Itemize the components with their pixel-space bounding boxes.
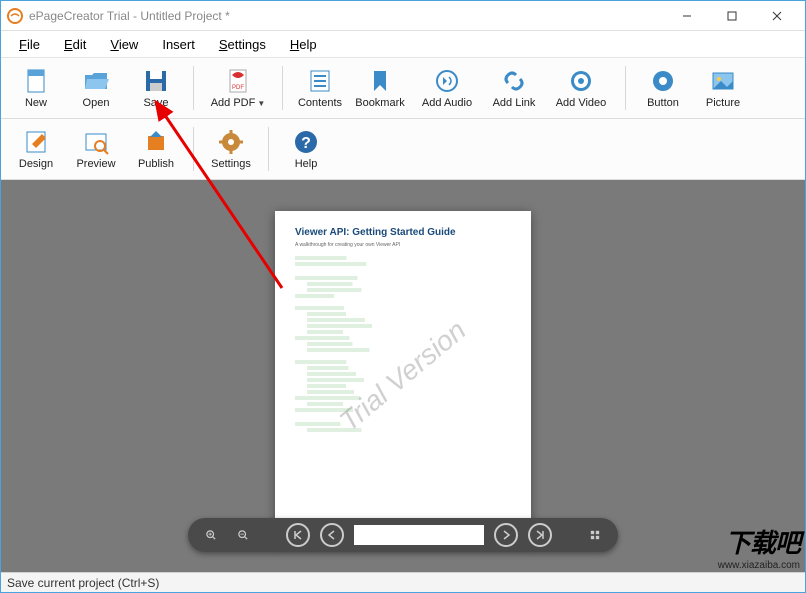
new-file-icon (21, 67, 51, 95)
pdf-icon: PDF (223, 67, 253, 95)
branding-watermark: 下载吧 www.xiazaiba.com (718, 523, 800, 571)
toolbar-separator (193, 66, 194, 110)
open-button[interactable]: Open (67, 62, 125, 114)
first-page-button[interactable] (286, 523, 310, 547)
link-icon (499, 67, 529, 95)
new-button[interactable]: New (7, 62, 65, 114)
toolbar-separator (625, 66, 626, 110)
addpdf-label: Add PDF (211, 97, 256, 109)
minimize-button[interactable] (664, 2, 709, 30)
svg-text:PDF: PDF (232, 85, 244, 91)
help-icon: ? (291, 128, 321, 156)
prev-page-button[interactable] (320, 523, 344, 547)
doc-title: Viewer API: Getting Started Guide (295, 227, 511, 238)
svg-text:?: ? (301, 135, 311, 152)
settings-button[interactable]: Settings (202, 123, 260, 175)
contents-icon (305, 67, 335, 95)
toolbar-row-2: Design Preview Publish Settings ? Help (1, 119, 805, 180)
branding-url: www.xiazaiba.com (718, 560, 800, 571)
contents-label: Contents (298, 97, 342, 109)
add-pdf-button[interactable]: PDF Add PDF▼ (202, 62, 274, 114)
close-button[interactable] (754, 2, 799, 30)
design-button[interactable]: Design (7, 123, 65, 175)
menu-insert[interactable]: Insert (152, 35, 205, 54)
bookmark-button[interactable]: Bookmark (351, 62, 409, 114)
open-folder-icon (81, 67, 111, 95)
next-page-button[interactable] (494, 523, 518, 547)
publish-button[interactable]: Publish (127, 123, 185, 175)
chevron-down-icon: ▼ (257, 99, 265, 108)
contents-button[interactable]: Contents (291, 62, 349, 114)
menu-settings[interactable]: Settings (209, 35, 276, 54)
new-label: New (25, 97, 47, 109)
addlink-label: Add Link (493, 97, 536, 109)
app-logo-icon (7, 8, 23, 24)
menu-file[interactable]: File (9, 35, 50, 54)
picture-button[interactable]: Picture (694, 62, 752, 114)
doc-subtitle: A walkthrough for creating your own View… (295, 242, 511, 248)
thumbnails-button[interactable] (584, 523, 606, 547)
menu-edit[interactable]: Edit (54, 35, 96, 54)
toolbar-separator (282, 66, 283, 110)
help-label: Help (295, 158, 318, 170)
gear-icon (216, 128, 246, 156)
toolbar-row-1: New Open Save PDF Add PDF▼ Contents Book… (1, 57, 805, 119)
titlebar: ePageCreator Trial - Untitled Project * (1, 1, 805, 31)
document-canvas[interactable]: Viewer API: Getting Started Guide A walk… (1, 180, 805, 572)
picture-icon (708, 67, 738, 95)
save-button[interactable]: Save (127, 62, 185, 114)
branding-text: 下载吧 (718, 523, 800, 560)
addvideo-label: Add Video (556, 97, 607, 109)
publish-label: Publish (138, 158, 174, 170)
zoom-in-button[interactable] (200, 523, 222, 547)
app-window: ePageCreator Trial - Untitled Project * … (0, 0, 806, 593)
menu-view[interactable]: View (100, 35, 148, 54)
picture-label: Picture (706, 97, 740, 109)
menubar: File Edit View Insert Settings Help (1, 31, 805, 57)
preview-button[interactable]: Preview (67, 123, 125, 175)
preview-icon (81, 128, 111, 156)
document-page: Viewer API: Getting Started Guide A walk… (275, 211, 531, 541)
audio-icon (432, 67, 462, 95)
bookmark-label: Bookmark (355, 97, 405, 109)
video-icon (566, 67, 596, 95)
save-disk-icon (141, 67, 171, 95)
maximize-button[interactable] (709, 2, 754, 30)
settings-label: Settings (211, 158, 251, 170)
menu-help[interactable]: Help (280, 35, 327, 54)
open-label: Open (83, 97, 110, 109)
button-insert-button[interactable]: Button (634, 62, 692, 114)
toolbar-separator (193, 127, 194, 171)
addaudio-label: Add Audio (422, 97, 472, 109)
save-label: Save (143, 97, 168, 109)
preview-label: Preview (76, 158, 115, 170)
toolbar-separator (268, 127, 269, 171)
button-icon (648, 67, 678, 95)
player-bar (188, 518, 618, 552)
publish-icon (141, 128, 171, 156)
design-icon (21, 128, 51, 156)
help-button[interactable]: ? Help (277, 123, 335, 175)
last-page-button[interactable] (528, 523, 552, 547)
add-link-button[interactable]: Add Link (485, 62, 543, 114)
zoom-out-button[interactable] (232, 523, 254, 547)
window-title: ePageCreator Trial - Untitled Project * (29, 9, 664, 23)
page-input[interactable] (354, 525, 484, 545)
button-label: Button (647, 97, 679, 109)
status-text: Save current project (Ctrl+S) (7, 576, 159, 590)
add-video-button[interactable]: Add Video (545, 62, 617, 114)
design-label: Design (19, 158, 53, 170)
bookmark-icon (365, 67, 395, 95)
statusbar: Save current project (Ctrl+S) (1, 572, 805, 592)
add-audio-button[interactable]: Add Audio (411, 62, 483, 114)
